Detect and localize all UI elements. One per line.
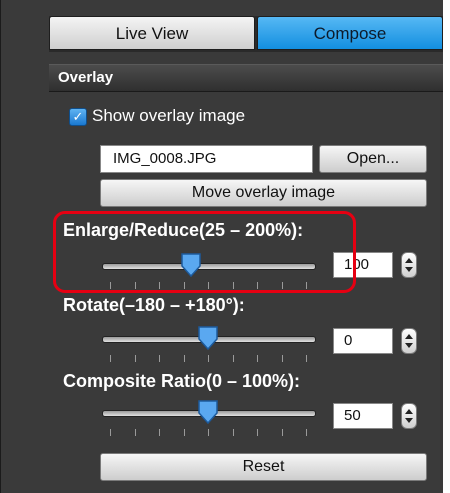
show-overlay-label[interactable]: Show overlay image	[92, 106, 245, 126]
slider-tick	[135, 355, 136, 362]
show-overlay-checkbox[interactable]: ✓	[69, 108, 87, 126]
overlay-filename-field[interactable]: IMG_0008.JPG	[100, 145, 313, 173]
check-icon: ✓	[72, 109, 84, 124]
rotate-label: Rotate(–180 – +180°):	[63, 295, 245, 315]
slider-tick	[282, 355, 283, 362]
slider-tick	[135, 429, 136, 436]
slider-tick	[233, 429, 234, 436]
enlarge-stepper-icon[interactable]	[401, 252, 417, 278]
compose-panel: Live View Compose Overlay ✓ Show overlay…	[0, 0, 443, 493]
rotate-slider[interactable]	[102, 325, 316, 365]
slider-tick	[233, 355, 234, 362]
slider-tick	[110, 429, 111, 436]
tab-live-view[interactable]: Live View	[49, 16, 255, 50]
slider-tick	[184, 355, 185, 362]
slider-tick	[184, 429, 185, 436]
slider-tick	[208, 429, 209, 436]
slider-tick	[159, 355, 160, 362]
ratio-stepper-icon[interactable]	[401, 403, 417, 429]
tab-bar: Live View Compose	[49, 16, 443, 52]
rotate-value[interactable]: 0	[333, 328, 393, 354]
tab-compose[interactable]: Compose	[257, 16, 443, 50]
move-overlay-button[interactable]: Move overlay image	[100, 179, 427, 207]
reset-button[interactable]: Reset	[100, 453, 427, 481]
composite-ratio-label: Composite Ratio(0 – 100%):	[63, 371, 301, 391]
slider-ticks	[102, 429, 314, 437]
overlay-content: ✓ Show overlay image IMG_0008.JPG Open..…	[49, 92, 443, 493]
composite-ratio-value[interactable]: 50	[333, 403, 393, 429]
slider-tick	[110, 355, 111, 362]
composite-ratio-slider[interactable]	[102, 399, 316, 439]
rotate-stepper-icon[interactable]	[401, 328, 417, 354]
slider-thumb-icon[interactable]	[197, 325, 219, 351]
overlay-section-header: Overlay	[49, 64, 443, 92]
slider-tick	[306, 429, 307, 436]
slider-ticks	[102, 355, 314, 363]
slider-tick	[159, 429, 160, 436]
open-button[interactable]: Open...	[319, 145, 427, 173]
slider-tick	[257, 355, 258, 362]
slider-thumb-icon[interactable]	[197, 399, 219, 425]
slider-tick	[208, 355, 209, 362]
section-title: Overlay	[58, 69, 114, 86]
slider-tick	[282, 429, 283, 436]
slider-tick	[306, 355, 307, 362]
slider-tick	[257, 429, 258, 436]
highlight-annotation	[53, 211, 356, 293]
